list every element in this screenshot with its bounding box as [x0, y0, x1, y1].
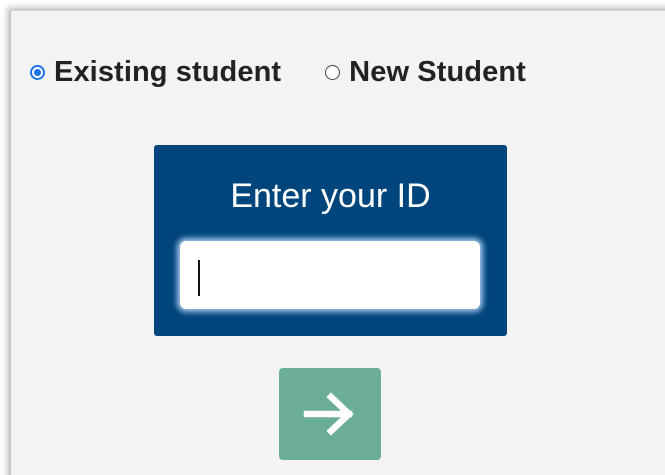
radio-existing-student[interactable]: Existing student	[30, 56, 281, 89]
text-caret	[198, 260, 200, 296]
id-entry-title: Enter your ID	[230, 177, 431, 215]
screenshot-frame: Existing student New Student Enter your …	[0, 0, 665, 475]
student-id-input[interactable]	[180, 241, 480, 309]
radio-checked-icon[interactable]	[30, 64, 45, 80]
arrow-right-icon	[303, 392, 354, 436]
radio-unchecked-icon[interactable]	[325, 64, 341, 80]
radio-new-student[interactable]: New Student	[325, 56, 526, 89]
id-entry-card: Enter your ID	[154, 145, 507, 336]
student-type-radio-group: Existing student New Student	[30, 52, 526, 92]
radio-new-student-label[interactable]: New Student	[349, 56, 526, 89]
radio-existing-student-label[interactable]: Existing student	[54, 56, 281, 89]
next-button[interactable]	[279, 368, 381, 460]
